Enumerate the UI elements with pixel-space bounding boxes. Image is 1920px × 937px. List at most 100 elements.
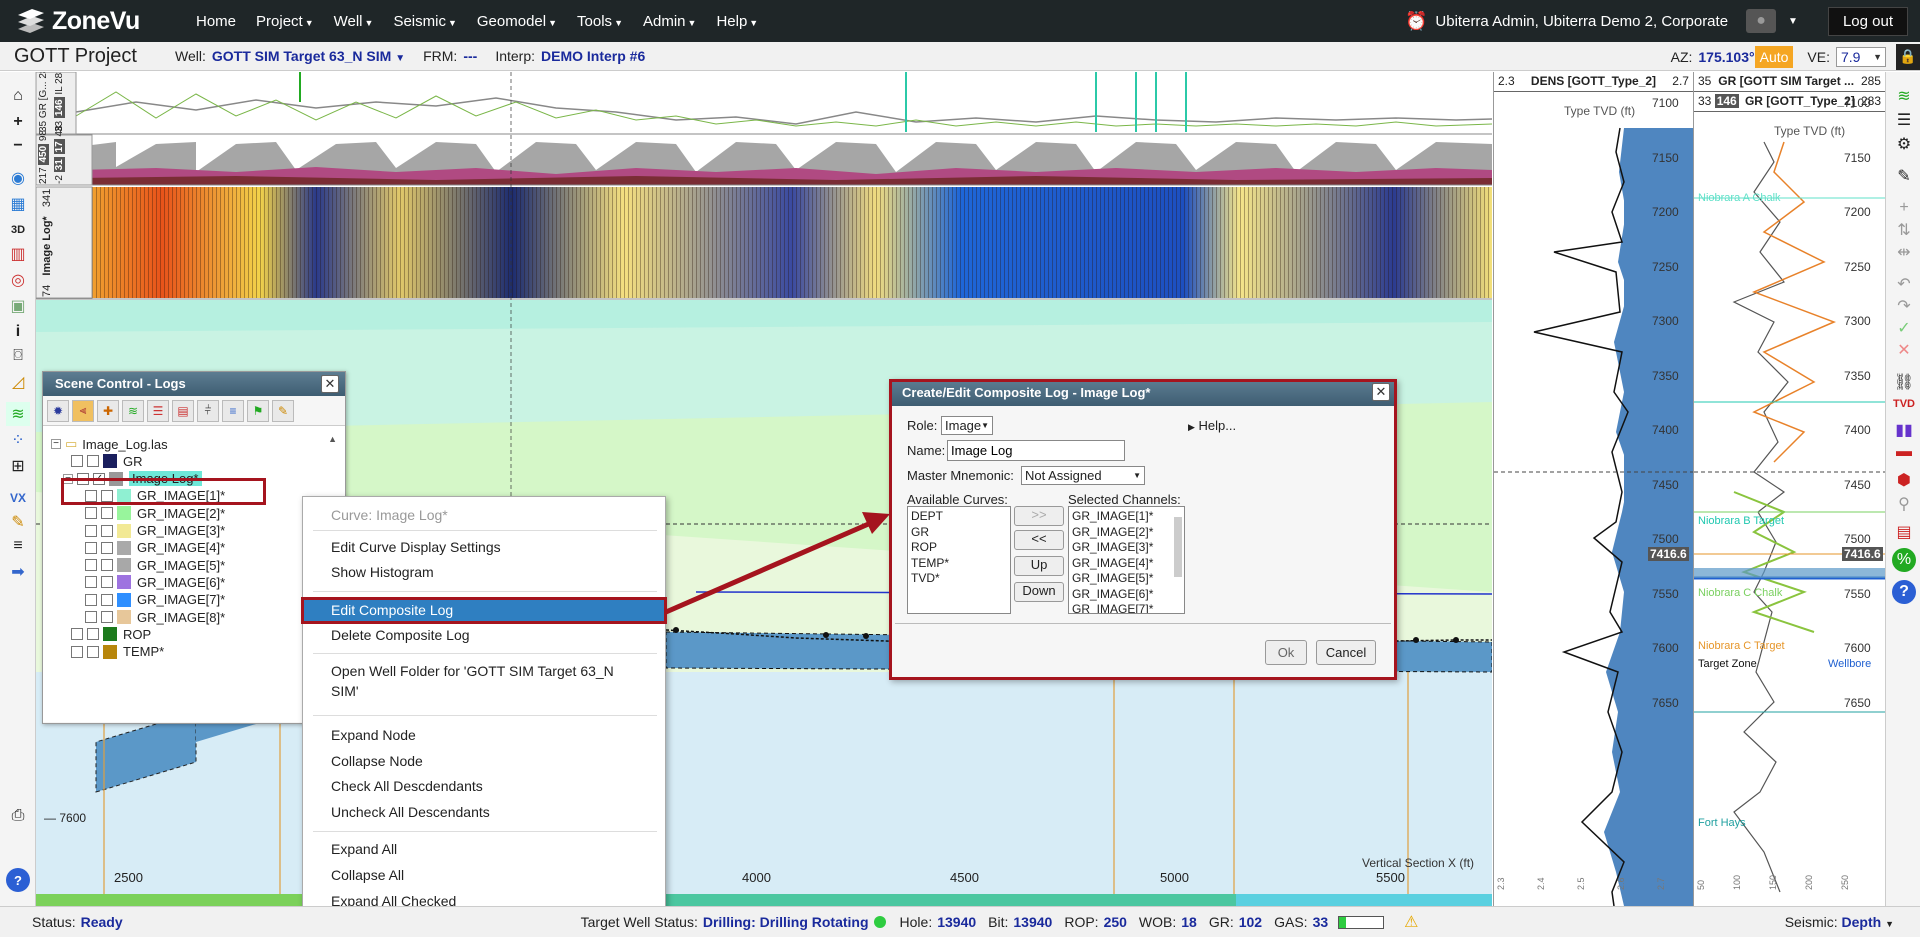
cross-tool-icon[interactable]: ✚ <box>97 399 119 422</box>
visibility-checkbox[interactable] <box>71 645 83 658</box>
menu-item-project[interactable]: Project ▼ <box>246 13 324 30</box>
logs-icon[interactable]: ≋ <box>6 402 30 426</box>
pencil-icon[interactable]: ✎ <box>6 510 30 534</box>
menu-item-admin[interactable]: Admin ▼ <box>633 13 706 30</box>
help-icon[interactable]: ? <box>1892 580 1916 604</box>
tvd-icon[interactable]: TVD <box>1892 392 1916 416</box>
zoom-in-icon[interactable]: + <box>6 110 30 134</box>
link-icon[interactable]: ⛓ <box>1892 370 1916 394</box>
stack-tool-icon[interactable]: ☰ <box>147 399 169 422</box>
tree-item[interactable]: TEMP* <box>71 642 164 662</box>
auto-button[interactable]: Auto <box>1754 45 1794 68</box>
tree-scroll-up-icon[interactable]: ▲ <box>328 434 337 444</box>
context-menu-item[interactable]: Collapse Node <box>303 749 665 773</box>
user-menu-caret-icon[interactable]: ▼ <box>1788 16 1798 27</box>
visibility-checkbox[interactable] <box>85 611 97 623</box>
context-menu-item[interactable]: Open Well Folder for 'GOTT SIM Target 63… <box>303 661 665 705</box>
context-menu-item[interactable]: Collapse All <box>303 863 665 887</box>
select-checkbox[interactable] <box>87 455 99 468</box>
percent-icon[interactable]: % <box>1892 548 1916 572</box>
ruler-icon[interactable]: ◿ <box>6 370 30 394</box>
menu-item-tools[interactable]: Tools ▼ <box>567 13 633 30</box>
redo-icon[interactable]: ↷ <box>1892 294 1916 318</box>
logs-panel-icon[interactable]: ≋ <box>1892 84 1916 108</box>
visibility-checkbox[interactable] <box>85 524 97 537</box>
avatar[interactable]: ● <box>1746 9 1777 33</box>
seismic-status[interactable]: Seismic: Depth ▼ <box>1785 914 1894 930</box>
select-checkbox[interactable] <box>101 507 113 520</box>
target-icon[interactable]: ◎ <box>6 268 30 292</box>
well-selector[interactable]: GOTT SIM Target 63_N SIM ▼ <box>212 48 405 64</box>
alarm-off-icon[interactable]: ⏰ <box>1405 11 1427 32</box>
print-icon[interactable]: ⎙ <box>6 804 30 828</box>
record-icon[interactable]: ▬ <box>1892 440 1916 464</box>
select-checkbox[interactable] <box>87 628 99 641</box>
split-icon[interactable]: ⇅ <box>1892 218 1916 242</box>
frm-value[interactable]: --- <box>463 48 477 64</box>
layers-icon[interactable]: ⊞ <box>6 454 30 478</box>
visibility-checkbox[interactable] <box>85 576 97 589</box>
logout-button[interactable]: Log out <box>1827 6 1908 36</box>
bars-icon[interactable]: ▮▮ <box>1892 418 1916 442</box>
log-tool-icon[interactable]: ⫷ <box>72 399 94 422</box>
pencil-icon[interactable]: ✎ <box>1892 164 1916 188</box>
merge-icon[interactable]: ⇹ <box>1892 240 1916 264</box>
context-menu-item[interactable]: Expand Node <box>303 723 665 747</box>
menu-item-home[interactable]: Home <box>186 13 246 30</box>
menu-item-seismic[interactable]: Seismic ▼ <box>383 13 466 30</box>
select-checkbox[interactable] <box>101 559 113 572</box>
collapse-icon[interactable]: − <box>51 439 61 449</box>
geomodel-icon[interactable]: ▣ <box>6 294 30 318</box>
close-icon[interactable]: ✕ <box>1892 338 1916 362</box>
search-icon[interactable]: ⚲ <box>1892 492 1916 516</box>
vx-icon[interactable]: VX <box>6 486 30 510</box>
pencil-tool-icon[interactable]: ✎ <box>272 399 294 422</box>
context-menu-item[interactable]: Uncheck All Descendants <box>303 800 665 824</box>
visibility-checkbox[interactable] <box>85 507 97 520</box>
grid-view-icon[interactable]: ▦ <box>6 192 30 216</box>
zoom-out-icon[interactable]: − <box>6 134 30 158</box>
palette-icon[interactable]: ▤ <box>1892 520 1916 544</box>
lock-button[interactable]: 🔒 <box>1896 43 1920 70</box>
info-icon[interactable]: i <box>6 320 30 344</box>
home-icon[interactable]: ⌂ <box>6 84 30 108</box>
tag-icon[interactable]: ⬢ <box>1892 468 1916 492</box>
layers-tool-icon[interactable]: ≋ <box>122 399 144 422</box>
visibility-checkbox[interactable] <box>85 541 97 554</box>
menu-item-well[interactable]: Well ▼ <box>324 13 384 30</box>
select-checkbox[interactable] <box>101 524 113 537</box>
select-checkbox[interactable] <box>87 645 99 658</box>
split-tool-icon[interactable]: ⫩ <box>197 399 219 422</box>
visibility-checkbox[interactable] <box>85 559 97 572</box>
scene-title-bar[interactable]: Scene Control - Logs ✕ <box>43 372 345 396</box>
check-icon[interactable]: ✓ <box>1892 316 1916 340</box>
camera-icon[interactable]: ⌼ <box>6 344 30 368</box>
export-icon[interactable]: ➡ <box>6 560 30 584</box>
ve-select[interactable]: 7.9 ▼ <box>1836 46 1886 67</box>
visibility-checkbox[interactable] <box>71 628 83 641</box>
compass-icon[interactable]: ◉ <box>6 166 30 190</box>
seismic-view-icon[interactable]: ▥ <box>6 242 30 266</box>
interp-value[interactable]: DEMO Interp #6 <box>541 48 645 64</box>
add-icon[interactable]: + <box>1892 196 1916 220</box>
flag-tool-icon[interactable]: ⚑ <box>247 399 269 422</box>
select-checkbox[interactable] <box>101 593 113 606</box>
3d-view-icon[interactable]: 3D <box>6 218 30 242</box>
context-menu-item[interactable]: Edit Curve Display Settings <box>303 535 665 559</box>
select-checkbox[interactable] <box>101 576 113 589</box>
gr-log-track[interactable]: 35 GR [GOTT SIM Target ... 285 33 146 GR… <box>1693 72 1886 906</box>
context-menu-item[interactable]: Show Histogram <box>303 560 665 584</box>
scene-close-button[interactable]: ✕ <box>321 375 339 393</box>
dens-log-track[interactable]: 2.3 DENS [GOTT_Type_2] 2.7 Type TVD (ft)… <box>1493 72 1694 906</box>
select-checkbox[interactable] <box>101 541 113 554</box>
list-icon[interactable]: ≡ <box>6 534 30 558</box>
menu-item-geomodel[interactable]: Geomodel ▼ <box>467 13 567 30</box>
undo-icon[interactable]: ↶ <box>1892 272 1916 296</box>
warning-icon[interactable]: ⚠ <box>1404 912 1418 932</box>
menu-item-help[interactable]: Help ▼ <box>706 13 768 30</box>
select-checkbox[interactable] <box>101 611 113 623</box>
lines-tool-icon[interactable]: ≡ <box>222 399 244 422</box>
visibility-checkbox[interactable] <box>85 593 97 606</box>
image-tool-icon[interactable]: ▤ <box>172 399 194 422</box>
context-menu-item[interactable]: Delete Composite Log <box>303 623 665 647</box>
